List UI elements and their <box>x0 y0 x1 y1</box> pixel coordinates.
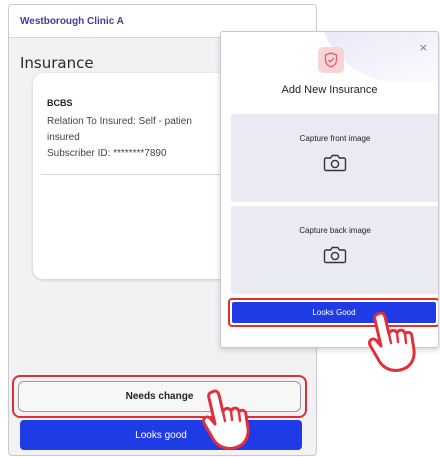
close-icon[interactable]: × <box>419 41 428 54</box>
hand-pointer-icon <box>202 389 250 450</box>
add-insurance-modal: × Add New Insurance Capture front image … <box>220 31 439 348</box>
hand-pointer-icon <box>368 311 416 372</box>
modal-title: Add New Insurance <box>281 84 378 96</box>
shield-check-icon <box>318 47 344 73</box>
insurance-card[interactable]: BCBS Relation To Insured: Self - patien … <box>33 73 229 279</box>
card-divider <box>41 174 229 175</box>
looks-good-button[interactable]: Looks good <box>20 420 302 450</box>
capture-back-area[interactable]: Capture back image <box>231 206 438 294</box>
relation-line-continued: insured <box>47 132 80 143</box>
camera-icon <box>323 154 347 172</box>
capture-back-label: Capture back image <box>299 226 371 235</box>
needs-change-button[interactable]: Needs change <box>18 381 301 412</box>
capture-front-label: Capture front image <box>299 134 371 143</box>
clinic-name: Westborough Clinic A <box>20 15 124 27</box>
camera-icon <box>323 246 347 264</box>
insurance-name: BCBS <box>47 98 73 108</box>
needs-change-highlight: Needs change <box>12 375 307 418</box>
capture-front-area[interactable]: Capture front image <box>231 114 438 202</box>
relation-line: Relation To Insured: Self - patien <box>47 116 192 127</box>
subscriber-id: Subscriber ID: ********7890 <box>47 148 167 159</box>
